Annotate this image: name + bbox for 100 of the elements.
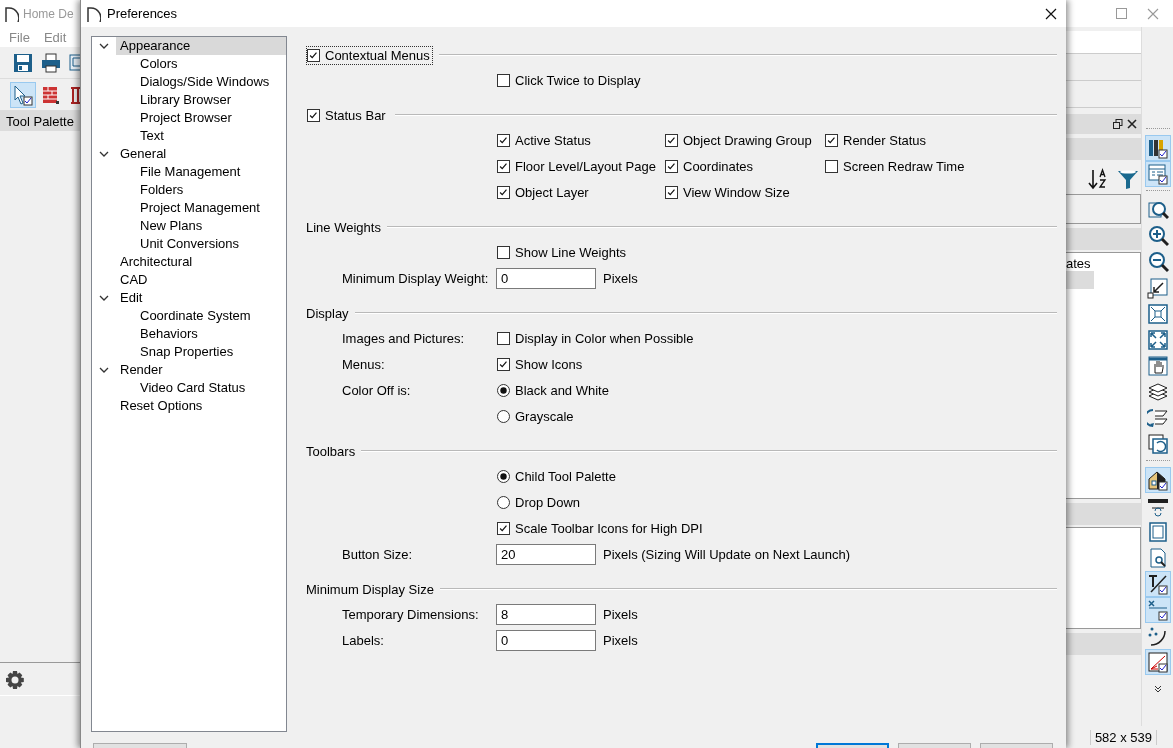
tree-item[interactable]: Unit Conversions <box>136 235 243 253</box>
radio-button[interactable]: Drop Down <box>496 492 584 512</box>
input-field[interactable]: 0 <box>496 267 596 289</box>
field-label: Color Off is: <box>342 382 411 398</box>
checked-box-icon <box>825 133 838 147</box>
toolbar-button[interactable] <box>10 81 36 108</box>
tree-item[interactable]: Behaviors <box>136 325 202 343</box>
maximize-button[interactable] <box>1116 8 1127 19</box>
section-title: Minimum Display Size <box>306 581 434 597</box>
fill-window-icon <box>1146 303 1169 325</box>
checkbox[interactable]: Coordinates <box>664 156 824 176</box>
close-icon <box>1045 7 1057 20</box>
checkbox[interactable]: Display in Color when Possible <box>496 328 697 348</box>
chevron-down-icon[interactable] <box>99 150 109 158</box>
filled-circle-icon <box>497 383 510 397</box>
tree-item[interactable]: Edit <box>116 289 147 307</box>
checkbox[interactable]: Active Status <box>496 130 664 150</box>
checkbox[interactable]: Screen Redraw Time <box>824 156 968 176</box>
unit-label: Pixels (Sizing Will Update on Next Launch) <box>603 546 851 562</box>
dimension-icon <box>1146 573 1169 595</box>
cross-line-icon <box>1146 599 1169 621</box>
checkbox[interactable]: View Window Size <box>664 182 824 202</box>
chevron-down-icon[interactable] <box>99 294 109 302</box>
schedule-icon <box>1146 163 1169 185</box>
field-label: Images and Pictures: <box>342 330 465 346</box>
toolbar-button[interactable] <box>1144 571 1171 597</box>
radio-button[interactable]: Grayscale <box>496 406 577 426</box>
radio-button[interactable]: Child Tool Palette <box>496 466 619 486</box>
menu-item[interactable]: File <box>9 29 30 45</box>
tree-item[interactable]: File Management <box>136 163 245 181</box>
checked-box-icon <box>497 357 510 371</box>
checkbox[interactable]: Object Layer <box>496 182 664 202</box>
empty-box-icon <box>497 73 510 87</box>
input-field[interactable]: 20 <box>496 543 596 565</box>
layers-icon <box>1146 381 1169 403</box>
menu-item[interactable]: Edit <box>43 29 67 45</box>
checkbox[interactable]: Floor Level/Layout Page <box>496 156 664 176</box>
settings-icon[interactable] <box>5 670 25 690</box>
tree-item[interactable]: Text <box>136 127 168 145</box>
hand-icon <box>1146 355 1169 377</box>
checked-box-icon <box>665 159 678 173</box>
toolbar-button[interactable] <box>1144 135 1171 161</box>
tree-item[interactable]: Colors <box>136 55 182 73</box>
zoom-out-icon <box>1146 251 1169 273</box>
empty-box-icon <box>825 159 838 173</box>
checkbox[interactable]: Show Line Weights <box>496 242 630 262</box>
tree-item[interactable]: Folders <box>136 181 188 199</box>
field-label: Labels: <box>342 632 384 648</box>
toolbar-button[interactable] <box>1144 467 1171 493</box>
tree-item[interactable]: Render <box>116 361 167 379</box>
tree-item[interactable]: Project Management <box>136 199 264 217</box>
checked-box-icon <box>497 133 510 147</box>
chevron-down-icon[interactable] <box>1153 685 1162 693</box>
empty-box-icon <box>497 331 510 345</box>
checkbox[interactable]: Render Status <box>824 130 930 150</box>
section-title: Line Weights <box>306 219 381 235</box>
tree-item[interactable]: General <box>116 145 171 163</box>
axes-icon <box>1146 651 1169 673</box>
chevron-down-icon[interactable] <box>99 42 109 50</box>
checkbox[interactable]: Contextual Menus <box>306 45 433 65</box>
dialog-button[interactable] <box>816 743 889 748</box>
section-title: Toolbars <box>306 443 356 459</box>
chevron-down-icon[interactable] <box>99 366 109 374</box>
window-title: Home De <box>23 6 74 21</box>
checkbox[interactable]: Click Twice to Display <box>496 70 644 90</box>
tree-item[interactable]: Video Card Status <box>136 379 250 397</box>
checkbox[interactable]: Status Bar <box>306 105 389 125</box>
tree-item[interactable]: Reset Options <box>116 397 207 415</box>
status-text: 582 x 539 <box>1089 729 1157 745</box>
tree-item[interactable]: Dialogs/Side Windows <box>136 73 274 91</box>
books-icon <box>1146 137 1169 159</box>
checkbox[interactable]: Show Icons <box>496 354 586 374</box>
checkbox[interactable]: Scale Toolbar Icons for High DPI <box>496 518 706 538</box>
list-item[interactable]: ates <box>1066 253 1140 271</box>
tree-item[interactable]: Project Browser <box>136 109 236 127</box>
panel-header: Tool Palette <box>0 111 80 131</box>
tree-item[interactable]: Snap Properties <box>136 343 238 361</box>
panel-field[interactable] <box>1066 194 1141 224</box>
input-field[interactable]: 8 <box>496 603 596 625</box>
tree-item[interactable]: Appearance <box>116 37 286 55</box>
filter-icon[interactable] <box>1117 168 1139 190</box>
radio-button[interactable]: Black and White <box>496 380 612 400</box>
toolbar-button[interactable] <box>1144 275 1171 301</box>
checked-box-icon <box>307 48 320 62</box>
tree-item[interactable]: Architectural <box>116 253 197 271</box>
tree-item[interactable]: CAD <box>116 271 152 289</box>
restore-icon[interactable] <box>1113 119 1123 129</box>
toolbar-button[interactable] <box>1144 649 1171 675</box>
input-field[interactable]: 0 <box>496 629 596 651</box>
tree-item[interactable]: Library Browser <box>136 91 236 109</box>
app-logo-icon <box>87 5 101 22</box>
close-icon[interactable] <box>1127 119 1137 129</box>
frame-icon <box>1146 521 1169 543</box>
unit-label: Pixels <box>603 606 638 622</box>
tree-item[interactable]: New Plans <box>136 217 207 235</box>
tree-item[interactable]: Coordinate System <box>136 307 255 325</box>
app-logo-icon <box>5 5 19 22</box>
dialog-title: Preferences <box>107 6 179 21</box>
sort-icon[interactable] <box>1087 168 1109 190</box>
checkbox[interactable]: Object Drawing Group <box>664 130 824 150</box>
